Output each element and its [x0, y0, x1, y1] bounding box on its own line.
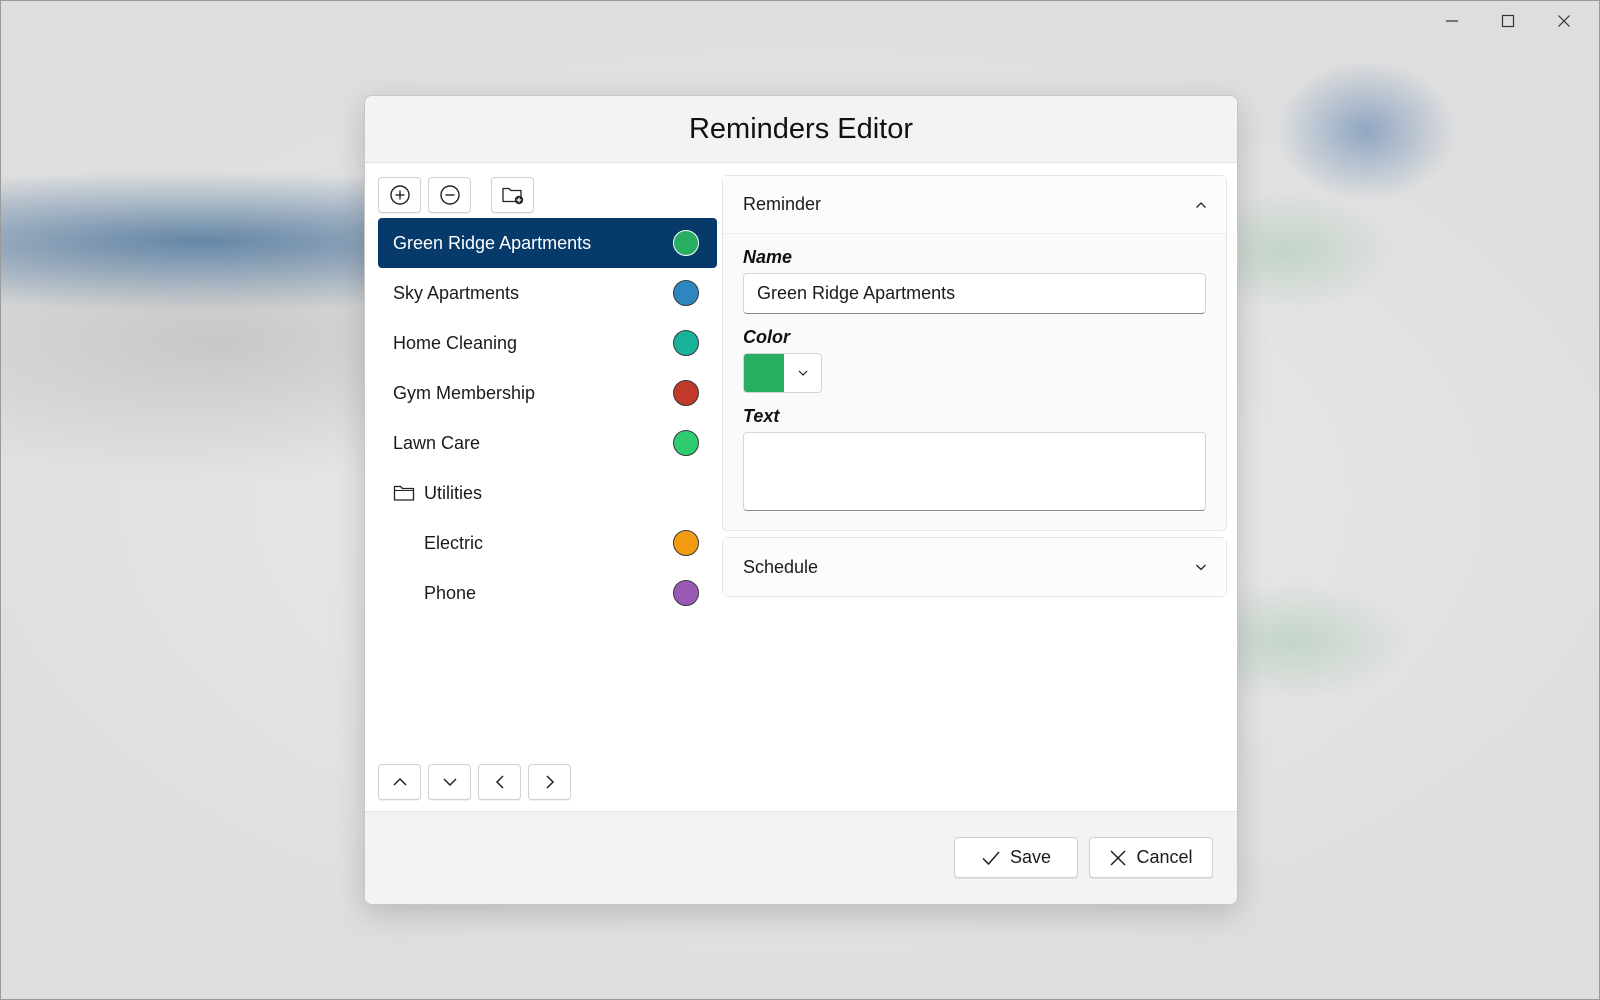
reminder-section: Reminder Name Green Ridge Apartments Col…	[722, 175, 1227, 531]
list-item[interactable]: Home Cleaning	[378, 318, 717, 368]
reminder-section-content: Name Green Ridge Apartments Color Text	[723, 247, 1226, 511]
color-swatch	[744, 354, 784, 392]
list-item-label: Gym Membership	[393, 382, 536, 403]
color-dropdown-caret[interactable]	[784, 367, 821, 379]
folder-icon	[393, 484, 415, 502]
color-dot	[673, 280, 699, 306]
list-toolbar	[378, 177, 541, 213]
reminder-section-header[interactable]: Reminder	[723, 176, 1226, 234]
indent-button[interactable]	[528, 764, 571, 800]
chevron-down-icon	[442, 778, 457, 787]
close-button[interactable]	[1536, 6, 1592, 36]
color-dot	[673, 530, 699, 556]
name-label: Name	[743, 247, 793, 267]
text-area[interactable]	[743, 432, 1206, 511]
chevron-down-icon	[1196, 564, 1206, 571]
color-picker[interactable]	[743, 353, 822, 393]
name-input-value: Green Ridge Apartments	[757, 283, 956, 303]
reminder-section-title: Reminder	[743, 194, 822, 214]
chevron-up-icon	[392, 777, 407, 786]
add-circle-icon	[389, 185, 410, 205]
list-item[interactable]: Green Ridge Apartments	[378, 218, 717, 268]
remove-circle-icon	[439, 185, 460, 205]
cancel-button[interactable]: Cancel	[1089, 837, 1213, 878]
list-item-label: Lawn Care	[393, 432, 481, 453]
list-item[interactable]: Phone	[378, 568, 717, 618]
list-item-label: Utilities	[424, 482, 483, 503]
save-button-label: Save	[1009, 847, 1052, 867]
dialog-footer: Save Cancel	[365, 811, 1237, 904]
list-item-label: Phone	[424, 582, 477, 603]
chevron-up-icon	[1196, 201, 1206, 208]
reminders-editor-dialog: Reminders Editor Green Ridge Apartments …	[364, 95, 1238, 905]
dialog-title: Reminders Editor	[688, 112, 914, 145]
chevron-left-icon	[495, 775, 504, 789]
folder-item-content: Utilities	[393, 483, 482, 504]
schedule-section-header[interactable]: Schedule	[723, 538, 1226, 596]
outdent-button[interactable]	[478, 764, 521, 800]
color-dot	[673, 230, 699, 256]
folder-item-utilities[interactable]: Utilities	[378, 468, 717, 518]
list-item-label: Sky Apartments	[393, 282, 520, 303]
maximize-icon	[1501, 14, 1515, 28]
dialog-header: Reminders Editor	[365, 96, 1237, 163]
color-label: Color	[743, 327, 790, 347]
text-label: Text	[743, 406, 780, 426]
color-dot	[673, 330, 699, 356]
chevron-right-icon	[545, 775, 554, 789]
save-button[interactable]: Save	[954, 837, 1078, 878]
list-item[interactable]: Gym Membership	[378, 368, 717, 418]
color-dot	[673, 380, 699, 406]
color-dot	[673, 430, 699, 456]
name-input[interactable]: Green Ridge Apartments	[743, 273, 1206, 314]
schedule-section-title: Schedule	[743, 556, 819, 577]
add-folder-button[interactable]	[491, 177, 534, 213]
cancel-button-label: Cancel	[1136, 847, 1193, 867]
checkmark-icon	[982, 851, 1000, 865]
remove-reminder-button[interactable]	[428, 177, 471, 213]
move-toolbar	[378, 764, 578, 800]
window-controls	[1424, 6, 1592, 36]
close-icon	[1110, 849, 1127, 866]
color-dot	[673, 580, 699, 606]
list-item[interactable]: Electric	[378, 518, 717, 568]
dialog-body: Green Ridge Apartments Sky Apartments Ho…	[365, 163, 1237, 813]
add-reminder-button[interactable]	[378, 177, 421, 213]
move-up-button[interactable]	[378, 764, 421, 800]
maximize-button[interactable]	[1480, 6, 1536, 36]
move-down-button[interactable]	[428, 764, 471, 800]
close-icon	[1558, 15, 1570, 27]
chevron-down-icon	[798, 370, 807, 376]
list-item-label: Electric	[424, 532, 484, 553]
minimize-button[interactable]	[1424, 6, 1480, 36]
list-item[interactable]: Lawn Care	[378, 418, 717, 468]
list-item-label: Home Cleaning	[393, 332, 518, 353]
reminder-list: Green Ridge Apartments Sky Apartments Ho…	[378, 218, 717, 618]
schedule-section: Schedule	[722, 537, 1227, 597]
minimize-icon	[1446, 20, 1458, 22]
list-item[interactable]: Sky Apartments	[378, 268, 717, 318]
new-folder-icon	[501, 187, 523, 205]
list-item-label: Green Ridge Apartments	[393, 232, 592, 253]
